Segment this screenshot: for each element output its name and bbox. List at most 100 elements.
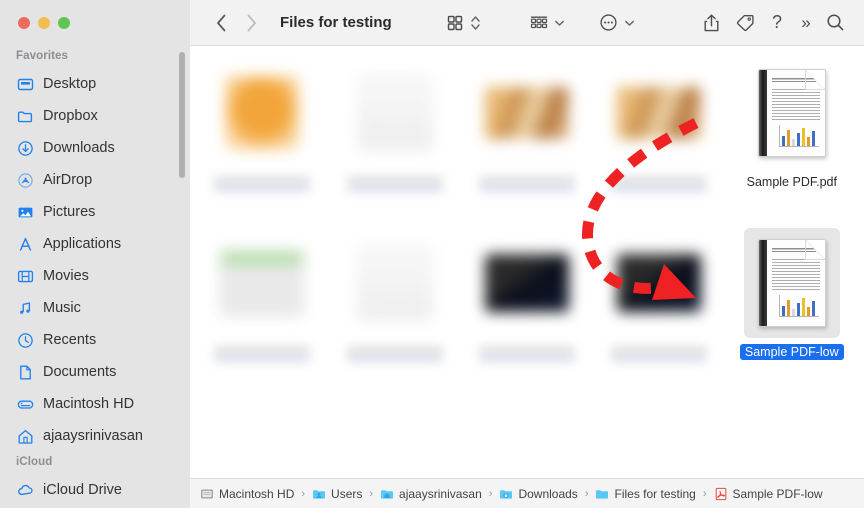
breadcrumb: Macintosh HD › Users › ajaaysrinivasan › — [190, 478, 864, 508]
file-thumbnail — [214, 58, 310, 168]
help-icon[interactable]: ? — [762, 8, 792, 38]
breadcrumb-label: Macintosh HD — [219, 486, 295, 501]
group-by-icon[interactable] — [526, 8, 552, 38]
help-label: ? — [771, 12, 782, 32]
back-button[interactable] — [206, 8, 236, 38]
breadcrumb-separator: › — [702, 487, 707, 500]
sidebar-item-recents[interactable]: Recents — [0, 324, 190, 356]
file-label-selected: Sample PDF-low — [739, 344, 844, 360]
sidebar-item-macintosh-hd[interactable]: Macintosh HD — [0, 388, 190, 420]
toolbar: Files for testing ? » — [190, 0, 864, 46]
home-icon — [16, 427, 34, 445]
minimize-button[interactable] — [38, 17, 50, 29]
blurred-thumb-icon — [357, 76, 432, 150]
breadcrumb-item-macintosh-hd[interactable]: Macintosh HD — [200, 487, 294, 501]
breadcrumb-item-sample-pdf-low[interactable]: Sample PDF-low — [714, 487, 823, 501]
more-options-group[interactable] — [596, 8, 638, 38]
breadcrumb-item-downloads[interactable]: Downloads — [499, 486, 578, 501]
view-mode-group[interactable] — [442, 8, 484, 38]
overflow-icon[interactable]: » — [792, 8, 820, 38]
forward-button[interactable] — [236, 8, 266, 38]
tag-icon[interactable] — [728, 8, 762, 38]
file-thumbnail — [479, 228, 575, 338]
sidebar-item-movies[interactable]: Movies — [0, 260, 190, 292]
maximize-button[interactable] — [58, 17, 70, 29]
harddisk-icon — [16, 395, 34, 413]
close-button[interactable] — [18, 17, 30, 29]
more-options-icon[interactable] — [596, 8, 622, 38]
sidebar-section-favorites: Favorites — [16, 50, 69, 62]
sidebar-item-label: Music — [43, 300, 81, 316]
sidebar-item-desktop[interactable]: Desktop — [0, 68, 190, 100]
sidebar-item-label: Macintosh HD — [43, 396, 135, 412]
breadcrumb-item-users[interactable]: Users — [312, 487, 362, 501]
file-thumbnail — [479, 58, 575, 168]
icon-view-grid-icon[interactable] — [442, 8, 468, 38]
harddisk-icon — [200, 487, 214, 501]
file-item[interactable] — [196, 50, 328, 220]
pictures-icon — [16, 203, 34, 221]
sidebar-item-music[interactable]: Music — [0, 292, 190, 324]
group-by-group[interactable] — [526, 8, 568, 38]
blurred-thumb-icon — [484, 254, 569, 312]
file-label: Sample PDF.pdf — [746, 175, 837, 189]
sidebar-item-dropbox[interactable]: Dropbox — [0, 100, 190, 132]
document-icon — [16, 363, 34, 381]
file-thumbnail — [347, 58, 443, 168]
file-label-blurred — [611, 176, 708, 192]
blurred-thumb-icon — [484, 87, 569, 139]
home-folder-icon — [380, 487, 394, 501]
sidebar-item-label: Downloads — [43, 140, 115, 156]
file-item[interactable] — [461, 220, 593, 390]
file-thumbnail — [744, 58, 840, 168]
breadcrumb-item-files-for-testing[interactable]: Files for testing — [595, 486, 696, 501]
file-item[interactable] — [328, 50, 460, 220]
sidebar-item-ajaaysrinivasan[interactable]: ajaaysrinivasan — [0, 420, 190, 452]
sidebar-item-label: Desktop — [43, 76, 97, 92]
sidebar-item-airdrop[interactable]: AirDrop — [0, 164, 190, 196]
view-switch-caret-icon[interactable] — [468, 8, 484, 38]
blurred-thumb-icon — [357, 246, 432, 320]
search-icon[interactable] — [820, 8, 850, 38]
movies-icon — [16, 267, 34, 285]
breadcrumb-label: Downloads — [518, 486, 578, 501]
desktop-icon — [16, 75, 34, 93]
sidebar-item-icloud-drive[interactable]: iCloud Drive — [0, 474, 190, 506]
sidebar-item-pictures[interactable]: Pictures — [0, 196, 190, 228]
file-item[interactable] — [196, 220, 328, 390]
sidebar-scrollbar[interactable] — [179, 52, 185, 178]
file-item[interactable] — [593, 220, 725, 390]
group-caret-chevron-down-icon[interactable] — [552, 8, 568, 38]
more-caret-chevron-down-icon[interactable] — [622, 8, 638, 38]
sidebar-item-label: Movies — [43, 268, 89, 284]
finder-window: Favorites Desktop Dropbox Downloads AirD… — [0, 0, 864, 508]
page-title: Files for testing — [280, 14, 392, 31]
breadcrumb-separator: › — [369, 487, 374, 500]
sidebar-section-icloud: iCloud — [16, 456, 53, 468]
file-label-blurred — [478, 346, 575, 362]
share-icon[interactable] — [694, 8, 728, 38]
music-icon — [16, 299, 34, 317]
recents-clock-icon — [16, 331, 34, 349]
breadcrumb-label: Files for testing — [614, 486, 696, 501]
file-thumbnail — [611, 228, 707, 338]
file-item[interactable] — [593, 50, 725, 220]
sidebar-item-label: Applications — [43, 236, 122, 252]
main-area: Files for testing ? » Sample PDF.pdf Sam… — [190, 0, 864, 508]
file-item[interactable] — [461, 50, 593, 220]
sidebar-item-downloads[interactable]: Downloads — [0, 132, 190, 164]
sidebar: Favorites Desktop Dropbox Downloads AirD… — [0, 0, 190, 508]
file-item-sample-pdf[interactable]: Sample PDF.pdf — [726, 50, 858, 220]
pdf-document-icon — [757, 239, 826, 327]
blurred-thumb-icon — [225, 76, 300, 150]
sidebar-item-applications[interactable]: Applications — [0, 228, 190, 260]
breadcrumb-item-ajaaysrinivasan[interactable]: ajaaysrinivasan — [380, 487, 482, 501]
file-grid-area[interactable]: Sample PDF.pdf Sample PDF-low — [190, 46, 864, 478]
file-item-sample-pdf-low[interactable]: Sample PDF-low — [726, 220, 858, 390]
file-thumbnail — [214, 228, 310, 338]
breadcrumb-separator: › — [584, 487, 589, 500]
overflow-label: » — [801, 12, 811, 32]
downloads-folder-icon — [499, 487, 513, 501]
sidebar-item-documents[interactable]: Documents — [0, 356, 190, 388]
file-item[interactable] — [328, 220, 460, 390]
